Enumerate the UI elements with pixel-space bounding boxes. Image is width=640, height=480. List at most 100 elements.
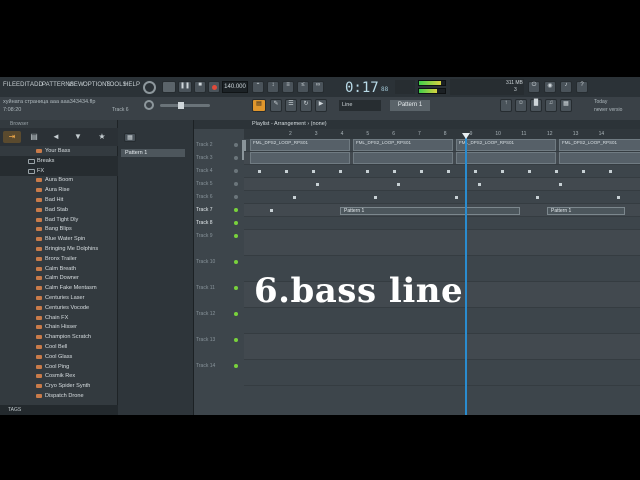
browser-file[interactable]: Chain FX [0, 313, 118, 323]
plugin-picker-icon[interactable]: ↑ [500, 99, 512, 112]
master-volume-knob[interactable] [143, 81, 156, 94]
channel-rack-icon[interactable]: ☺ [515, 99, 527, 112]
audio-loop-clip[interactable] [456, 152, 556, 164]
playlist-toggle-icon[interactable]: ▦ [560, 99, 572, 112]
note-hit[interactable] [609, 170, 612, 173]
browser-files-tab[interactable]: ▤ [25, 131, 43, 143]
tempo-display[interactable]: 140.000 [222, 81, 248, 93]
browser-file[interactable]: Aura Rise [0, 185, 118, 195]
audio-loop-clip[interactable]: FML_DPS2_LOOP_RPS01 [250, 139, 350, 151]
menu-edit[interactable]: EDIT [16, 82, 30, 88]
track-lane[interactable] [244, 178, 640, 191]
browser-file[interactable]: Centuries Laser [0, 293, 118, 303]
note-hit[interactable] [285, 170, 288, 173]
track-lane[interactable] [244, 217, 640, 230]
browser-file[interactable]: Cryo Spider Synth [0, 381, 118, 391]
track-header[interactable]: Track 3 [194, 152, 242, 165]
master-volume-slider[interactable] [160, 102, 210, 109]
browser-file[interactable]: Bad Stab [0, 205, 118, 215]
browser-file[interactable]: Bang Blips [0, 224, 118, 234]
track-header[interactable]: Track 4 [194, 165, 242, 178]
playlist-snap-icon[interactable]: ▤ [252, 99, 266, 112]
browser-file[interactable]: Calm Fake Mentasm [0, 283, 118, 293]
track-mute-led[interactable] [234, 234, 238, 238]
note-hit[interactable] [555, 170, 558, 173]
pattern-song-toggle[interactable] [162, 81, 176, 93]
browser-file[interactable]: Dispatch Drone [0, 391, 118, 401]
browser-toggle-icon[interactable]: ♫ [545, 99, 557, 112]
menu-file[interactable]: FILE [3, 82, 16, 88]
note-hit[interactable] [528, 170, 531, 173]
note-hit[interactable] [501, 170, 504, 173]
track-mute-led[interactable] [234, 338, 238, 342]
track-lane[interactable] [244, 360, 640, 386]
note-hit[interactable] [536, 196, 539, 199]
play-button[interactable]: ❚❚ [178, 81, 192, 93]
note-hit[interactable] [374, 196, 377, 199]
mic-icon[interactable]: ♪ [560, 81, 572, 93]
snap-selector[interactable]: Line [339, 100, 381, 111]
picker-pattern-item[interactable]: Pattern 1 [121, 149, 185, 157]
browser-all-tab[interactable]: ⇥ [3, 131, 21, 143]
browser-file[interactable]: Cool Ping [0, 362, 118, 372]
track-mute-led[interactable] [234, 364, 238, 368]
audio-loop-clip[interactable] [250, 152, 350, 164]
news-subtitle[interactable]: newer versio [594, 107, 622, 113]
browser-file[interactable]: Chain Hisser [0, 322, 118, 332]
audio-loop-clip[interactable]: FML_DPS2_LOOP_RPS01 [456, 139, 556, 151]
note-hit[interactable] [447, 170, 450, 173]
note-hit[interactable] [270, 209, 273, 212]
audio-loop-clip[interactable] [559, 152, 640, 164]
browser-file[interactable]: Calm Breath [0, 264, 118, 274]
note-hit[interactable] [474, 170, 477, 173]
menu-help[interactable]: HELP [124, 82, 140, 88]
track-mute-led[interactable] [234, 312, 238, 316]
note-hit[interactable] [366, 170, 369, 173]
menu-view[interactable]: VIEW [68, 82, 84, 88]
track-header[interactable]: Track 2 [194, 139, 242, 152]
note-hit[interactable] [455, 196, 458, 199]
link-icon[interactable]: ↻ [300, 99, 312, 112]
browser-folder[interactable]: Breaks [0, 155, 118, 166]
note-hit[interactable] [478, 183, 481, 186]
picker-patterns-icon[interactable]: ▦ [124, 133, 136, 142]
track-mute-led[interactable] [234, 182, 238, 186]
countdown-button[interactable]: ≡ [282, 81, 294, 93]
mixer-icon[interactable]: ☰ [285, 99, 297, 112]
browser-tags-footer[interactable]: TAGS [0, 405, 118, 415]
browser-file[interactable]: Cosmik Rex [0, 371, 118, 381]
note-hit[interactable] [293, 196, 296, 199]
track-header[interactable]: Track 7 [194, 204, 242, 217]
note-hit[interactable] [258, 170, 261, 173]
browser-file[interactable]: Bad Tight Dly [0, 215, 118, 225]
note-hit[interactable] [393, 170, 396, 173]
browser-file[interactable]: Bringing Me Dolphins [0, 244, 118, 254]
track-header[interactable]: Track 14 [194, 360, 242, 373]
wait-record-button[interactable]: ↕ [267, 81, 279, 93]
track-mute-led[interactable] [234, 143, 238, 147]
track-lane[interactable] [244, 165, 640, 178]
loop-record-button[interactable]: ∞ [312, 81, 324, 93]
track-mute-led[interactable] [234, 208, 238, 212]
track-lane[interactable] [244, 230, 640, 256]
master-pitch-knob[interactable] [144, 100, 154, 110]
browser-file[interactable]: Cool Glass [0, 352, 118, 362]
browser-expand-icon[interactable]: ▼ [69, 131, 87, 143]
note-hit[interactable] [420, 170, 423, 173]
audio-loop-clip[interactable]: FML_DPS2_LOOP_RPS01 [353, 139, 453, 151]
browser-file[interactable]: Bronx Trailer [0, 254, 118, 264]
note-hit[interactable] [339, 170, 342, 173]
browser-star-icon[interactable]: ★ [93, 131, 111, 143]
stop-button[interactable]: ■ [194, 81, 206, 93]
browser-folder[interactable]: FX [0, 165, 118, 176]
track-header[interactable]: Track 6 [194, 191, 242, 204]
browser-file[interactable]: Blue Water Spin [0, 234, 118, 244]
pattern-clip[interactable]: Pattern 1 [547, 207, 625, 215]
note-hit[interactable] [316, 183, 319, 186]
track-header[interactable]: Track 13 [194, 334, 242, 347]
browser-file[interactable]: Cool Bell [0, 342, 118, 352]
note-hit[interactable] [397, 183, 400, 186]
piano-roll-icon[interactable]: █ [530, 99, 542, 112]
track-header[interactable]: Track 5 [194, 178, 242, 191]
track-mute-led[interactable] [234, 156, 238, 160]
